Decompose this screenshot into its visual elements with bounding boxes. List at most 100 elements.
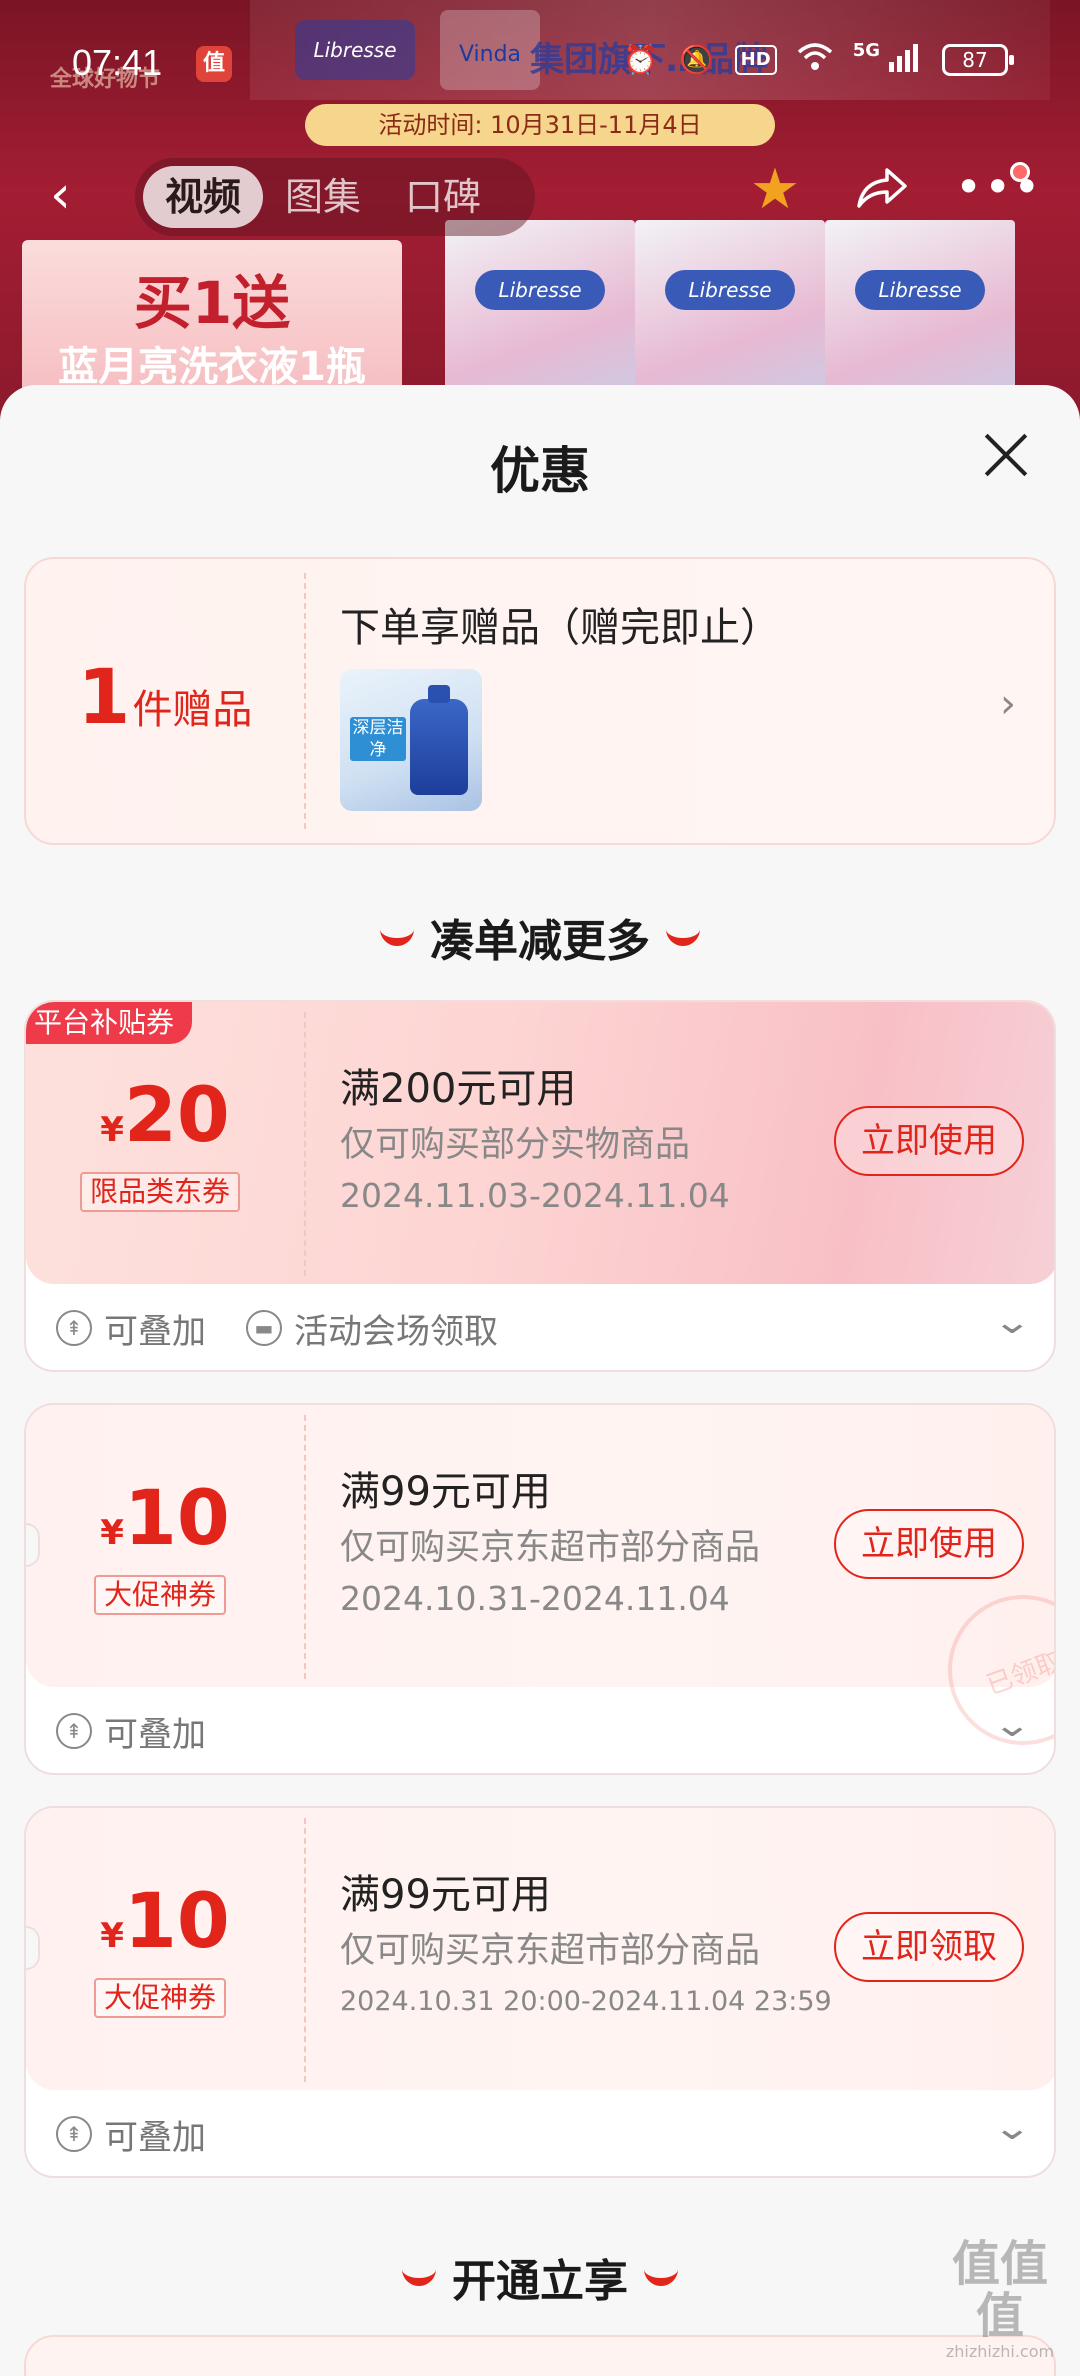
section-heading-text: 凑单减更多 xyxy=(430,916,650,967)
chevron-right-icon[interactable]: › xyxy=(1000,681,1016,727)
notification-dot xyxy=(1010,162,1030,182)
product-nav-bar: ‹ 视频 图集 口碑 ★ ••• xyxy=(0,150,1080,240)
app-notification-icon: 值 xyxy=(196,46,232,82)
gift-thumbnail[interactable]: 深层洁净 xyxy=(340,669,482,811)
close-icon[interactable] xyxy=(976,425,1036,485)
wifi-icon xyxy=(797,42,833,78)
stackable-label: 可叠加 xyxy=(104,1311,206,1352)
stackable-tag: ⇞ 可叠加 xyxy=(56,2112,206,2158)
stack-icon: ⇞ xyxy=(56,2116,92,2152)
use-now-button[interactable]: 立即使用 xyxy=(834,1509,1024,1579)
mute-icon: 🔕 xyxy=(679,43,715,76)
stackable-tag: ⇞ 可叠加 xyxy=(56,1709,206,1755)
media-tabs: 视频 图集 口碑 xyxy=(135,158,535,236)
coupon-footer[interactable]: ⇞ 可叠加 ▬ 活动会场领取 ⌄ xyxy=(26,1284,1054,1370)
coupon-validity: 2024.10.31 20:00-2024.11.04 23:59 xyxy=(340,1986,832,2017)
smile-decoration-icon xyxy=(402,2266,436,2286)
coupon-badge: 平台补贴券 xyxy=(26,1002,193,1044)
coupon-type-tag: 大促神券 xyxy=(94,1575,227,1615)
coupon-notch xyxy=(26,1523,40,1567)
coupon-condition: 满200元可用 xyxy=(340,1066,577,1112)
share-icon[interactable] xyxy=(850,162,912,224)
coupon-condition: 满99元可用 xyxy=(340,1469,551,1515)
coupon-condition: 满99元可用 xyxy=(340,1872,551,1918)
coupon-divider xyxy=(304,1415,306,1679)
coupon-amount: ¥20 xyxy=(26,1070,304,1159)
tab-video[interactable]: 视频 xyxy=(143,166,264,228)
coupon-card: 平台补贴券 ¥20 限品类东券 满200元可用 仅可购买部分实物商品 2024.… xyxy=(24,1000,1056,1372)
coupon-amount: ¥10 xyxy=(26,1876,304,1965)
gift-thumb-label: 深层洁净 xyxy=(350,717,406,761)
watermark-text: 值值值 xyxy=(951,2236,1048,2344)
coupon-value: 10 xyxy=(123,1876,230,1965)
smile-decoration-icon xyxy=(644,2266,678,2286)
gift-count: 1 件赠品 xyxy=(26,559,304,843)
venue-claim-label: 活动会场领取 xyxy=(294,1311,498,1352)
venue-claim-tag: ▬ 活动会场领取 xyxy=(246,1306,498,1352)
signal-icon xyxy=(886,42,922,78)
coupon-body: 平台补贴券 ¥20 限品类东券 满200元可用 仅可购买部分实物商品 2024.… xyxy=(26,1002,1054,1284)
coupon-footer[interactable]: ⇞ 可叠加 ⌄ xyxy=(26,1687,1054,1773)
tab-reviews[interactable]: 口碑 xyxy=(383,166,503,228)
stack-icon: ⇞ xyxy=(56,1310,92,1346)
use-now-button[interactable]: 立即使用 xyxy=(834,1106,1024,1176)
status-time: 07:41 xyxy=(72,42,163,83)
coupon-body: ¥10 大促神券 满99元可用 仅可购买京东超市部分商品 2024.10.31 … xyxy=(26,1808,1054,2090)
back-arrow-icon[interactable]: ‹ xyxy=(50,168,100,222)
discount-sheet: 优惠 1 件赠品 下单享赠品（赠完即止） 深层洁净 › 凑单减更多 平台补贴券 … xyxy=(0,385,1080,2376)
coupon-type-tag: 大促神券 xyxy=(94,1978,227,2018)
gift-divider xyxy=(304,573,306,829)
ticket-icon: ▬ xyxy=(246,1310,282,1346)
smile-decoration-icon xyxy=(380,926,414,946)
alarm-icon: ⏰ xyxy=(623,43,659,76)
tab-gallery[interactable]: 图集 xyxy=(263,166,383,228)
status-bar: 07:41 值 ⏰ 🔕 HD 5G 87 xyxy=(0,0,1080,130)
membership-card-partial[interactable] xyxy=(24,2335,1056,2376)
section-heading-more-discount: 凑单减更多 xyxy=(0,905,1080,969)
coupon-scope: 仅可购买京东超市部分商品 xyxy=(340,1931,761,1971)
site-watermark: 值值值 zhizhizhi.com xyxy=(930,2238,1070,2362)
coupon-value: 20 xyxy=(123,1070,230,1159)
gift-card[interactable]: 1 件赠品 下单享赠品（赠完即止） 深层洁净 › xyxy=(24,557,1056,845)
promo-line-2: 蓝月亮洗衣液1瓶 xyxy=(58,344,366,390)
stack-icon: ⇞ xyxy=(56,1713,92,1749)
coupon-card: ¥10 大促神券 满99元可用 仅可购买京东超市部分商品 2024.10.31-… xyxy=(24,1403,1056,1775)
coupon-notch xyxy=(26,1926,40,1970)
claim-now-button[interactable]: 立即领取 xyxy=(834,1912,1024,1982)
coupon-amount: ¥10 xyxy=(26,1473,304,1562)
gift-title: 下单享赠品（赠完即止） xyxy=(340,605,780,651)
stackable-tag: ⇞ 可叠加 xyxy=(56,1306,206,1352)
gift-count-number: 1 xyxy=(77,652,131,741)
hd-badge: HD xyxy=(734,45,777,75)
chevron-down-icon[interactable]: ⌄ xyxy=(992,1302,1032,1342)
coupon-validity: 2024.11.03-2024.11.04 xyxy=(340,1176,730,1215)
currency-symbol: ¥ xyxy=(100,1110,124,1150)
status-icons: ⏰ 🔕 HD 5G 87 xyxy=(623,39,1014,78)
coupon-value: 10 xyxy=(123,1473,230,1562)
coupon-footer[interactable]: ⇞ 可叠加 ⌄ xyxy=(26,2090,1054,2176)
chevron-down-icon[interactable]: ⌄ xyxy=(992,2108,1032,2148)
battery-indicator: 87 xyxy=(942,44,1014,76)
smile-decoration-icon xyxy=(666,926,700,946)
currency-symbol: ¥ xyxy=(100,1916,124,1956)
coupon-divider xyxy=(304,1818,306,2082)
detergent-bottle-image xyxy=(410,685,468,795)
watermark-url: zhizhizhi.com xyxy=(945,2342,1055,2361)
coupon-type-tag: 限品类东券 xyxy=(80,1172,241,1212)
coupon-scope: 仅可购买部分实物商品 xyxy=(340,1125,691,1165)
promo-line-1: 买1送 xyxy=(133,269,291,337)
section-heading-text: 开通立享 xyxy=(452,2256,628,2307)
gift-count-unit: 件赠品 xyxy=(132,687,253,733)
coupon-validity: 2024.10.31-2024.11.04 xyxy=(340,1579,730,1618)
coupon-divider xyxy=(304,1012,306,1276)
coupon-body: ¥10 大促神券 满99元可用 仅可购买京东超市部分商品 2024.10.31-… xyxy=(26,1405,1054,1767)
stackable-label: 可叠加 xyxy=(104,2117,206,2158)
coupon-card: ¥10 大促神券 满99元可用 仅可购买京东超市部分商品 2024.10.31 … xyxy=(24,1806,1056,2178)
sheet-title: 优惠 xyxy=(490,442,590,500)
section-heading-membership: 开通立享 xyxy=(0,2245,1080,2309)
signal-label: 5G xyxy=(852,39,880,61)
chevron-down-icon[interactable]: ⌄ xyxy=(992,1705,1032,1745)
coupon-scope: 仅可购买京东超市部分商品 xyxy=(340,1528,761,1568)
favorite-star-icon[interactable]: ★ xyxy=(745,160,805,220)
currency-symbol: ¥ xyxy=(100,1513,124,1553)
